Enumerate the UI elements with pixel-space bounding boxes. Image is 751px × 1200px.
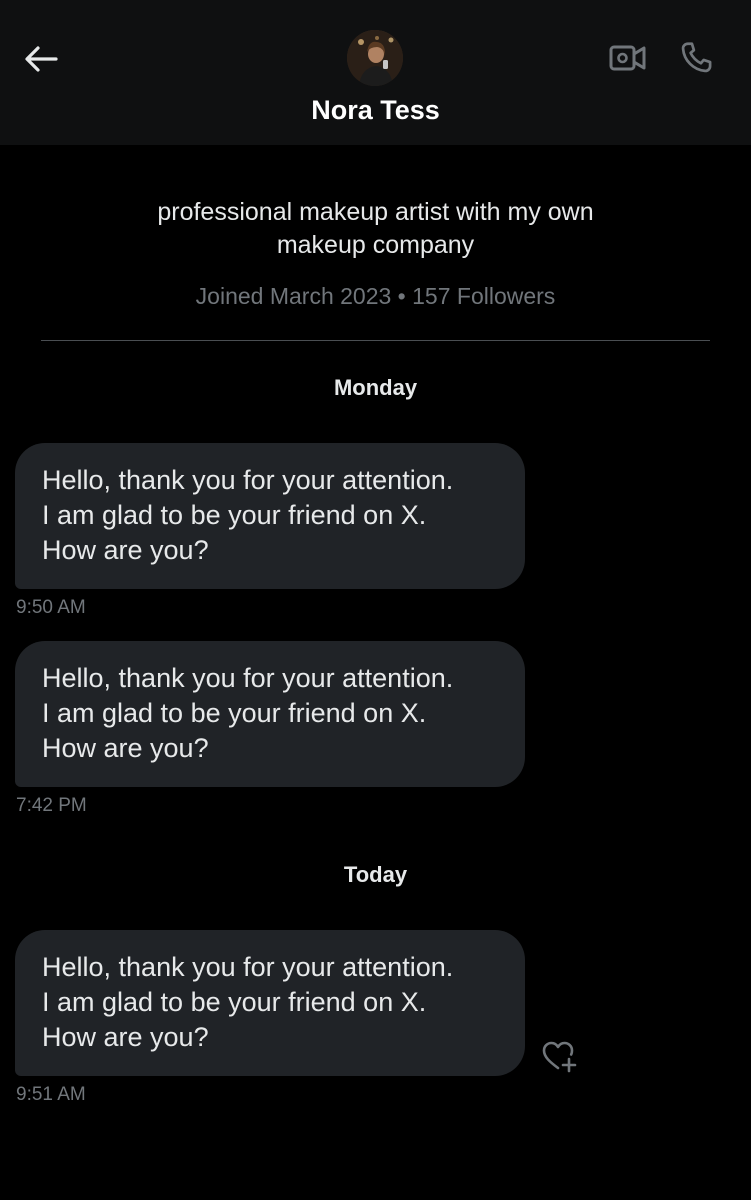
divider xyxy=(41,340,710,341)
message-bubble[interactable]: Hello, thank you for your attention. I a… xyxy=(15,641,525,787)
message-line: How are you? xyxy=(42,733,209,763)
message-timestamp: 9:50 AM xyxy=(16,597,86,618)
profile-bio: professional makeup artist with my own m… xyxy=(100,196,651,262)
profile-meta: Joined March 2023 • 157 Followers xyxy=(195,283,556,309)
contact-name: Nora Tess xyxy=(311,95,440,125)
message-line: I am glad to be your friend on X. xyxy=(42,698,427,728)
message-line: Hello, thank you for your attention. xyxy=(42,663,454,693)
phone-call-button[interactable] xyxy=(674,36,718,80)
message-line: I am glad to be your friend on X. xyxy=(42,987,427,1017)
bio-line: makeup company xyxy=(276,231,475,259)
message-timestamp: 7:42 PM xyxy=(16,795,87,816)
heart-plus-icon xyxy=(542,1041,577,1073)
message-line: How are you? xyxy=(42,535,209,565)
bio-line: professional makeup artist with my own xyxy=(157,198,594,226)
day-separator: Today xyxy=(343,862,408,887)
message-bubble[interactable]: Hello, thank you for your attention. I a… xyxy=(15,443,525,589)
message-line: I am glad to be your friend on X. xyxy=(42,500,427,530)
message-line: How are you? xyxy=(42,1022,209,1052)
message-line: Hello, thank you for your attention. xyxy=(42,465,454,495)
day-separator: Monday xyxy=(333,375,418,400)
phone-icon xyxy=(681,42,712,73)
message-timestamp: 9:51 AM xyxy=(16,1084,86,1105)
message-bubble[interactable]: Hello, thank you for your attention. I a… xyxy=(15,930,525,1076)
avatar-photo xyxy=(347,30,403,86)
back-button[interactable] xyxy=(20,38,62,80)
chat-header: Nora Tess xyxy=(0,0,751,145)
message-line: Hello, thank you for your attention. xyxy=(42,952,454,982)
arrow-left-icon xyxy=(25,46,58,72)
add-reaction-button[interactable] xyxy=(540,1037,580,1075)
video-call-button[interactable] xyxy=(606,38,650,78)
avatar[interactable] xyxy=(347,30,403,86)
video-call-icon xyxy=(609,45,646,71)
